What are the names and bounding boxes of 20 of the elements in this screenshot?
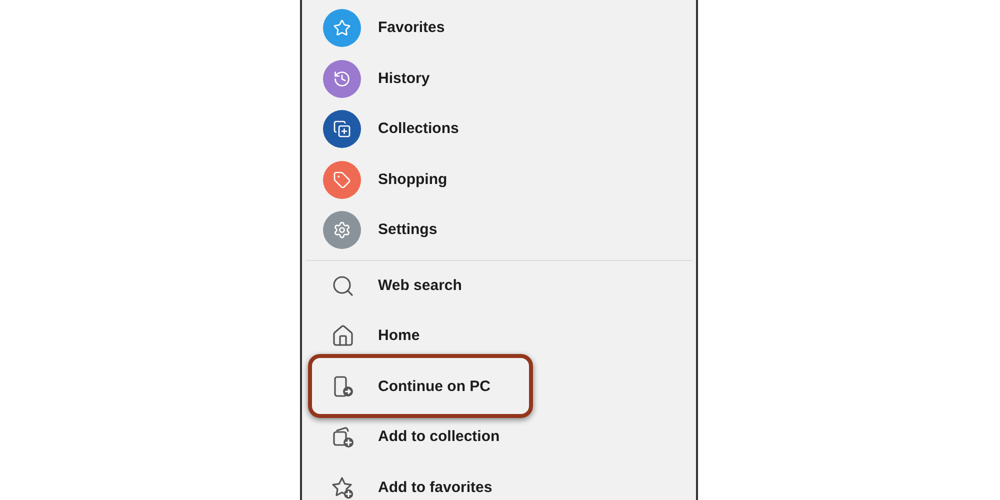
menu-item[interactable]: Favorites [302, 3, 696, 54]
add-collection-icon [331, 425, 355, 450]
settings-icon [333, 221, 351, 240]
collections-icon [333, 120, 351, 138]
search-icon [331, 274, 355, 298]
menu-item[interactable]: Add to collection [302, 412, 696, 462]
star-icon [333, 19, 351, 38]
tag-icon [333, 170, 351, 189]
history-icon [333, 70, 351, 88]
phone-arrow-icon [331, 374, 355, 399]
menu-item[interactable]: Add to favorites [302, 462, 696, 500]
menu-item[interactable]: Web search [302, 260, 696, 311]
menu-item[interactable]: Home [302, 311, 696, 362]
menu-item[interactable]: Shopping [302, 154, 696, 205]
star-plus-icon [331, 476, 355, 500]
menu-item[interactable]: Settings [302, 205, 696, 256]
menu-item[interactable]: Continue on PC [302, 362, 696, 412]
home-icon [331, 324, 355, 348]
menu-item[interactable]: Collections [302, 104, 696, 154]
menu-item[interactable]: History [302, 54, 696, 104]
